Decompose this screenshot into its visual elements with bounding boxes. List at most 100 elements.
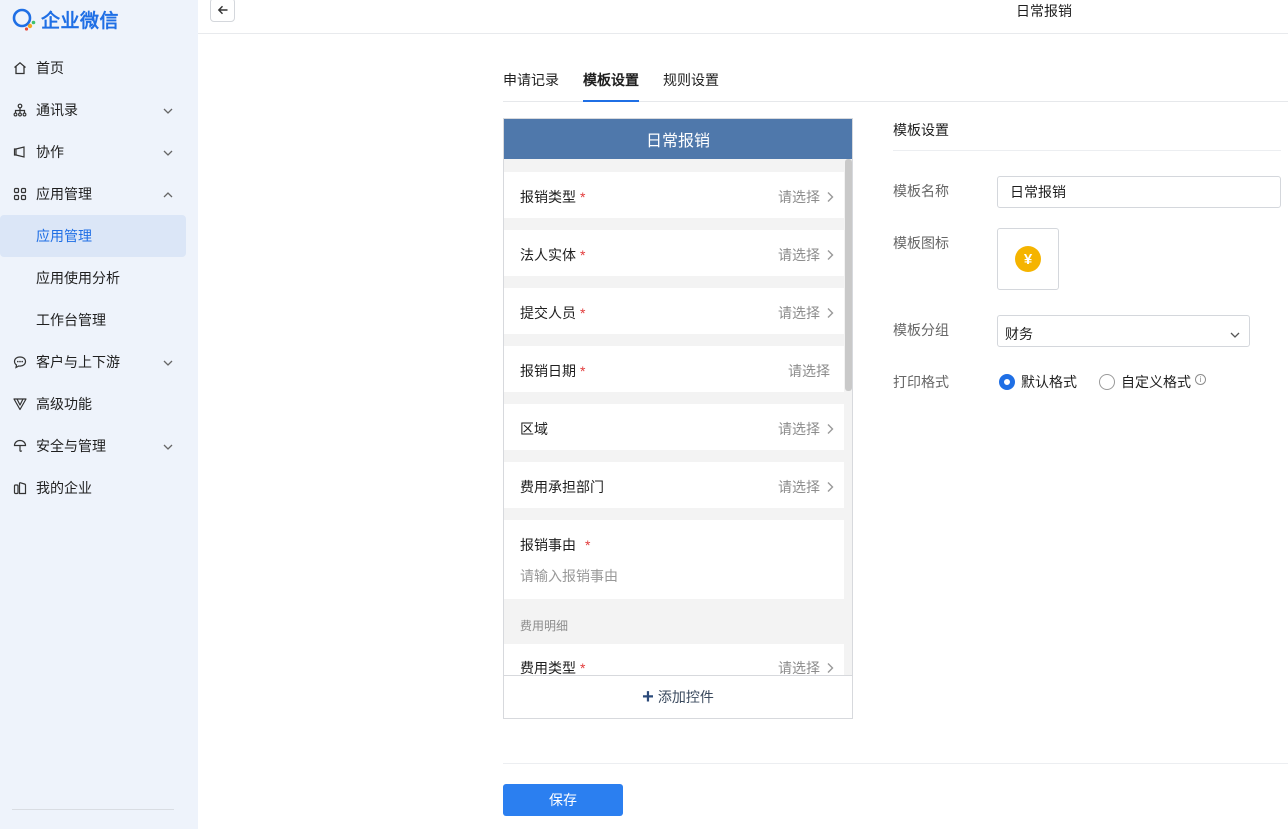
add-control-label: 添加控件 <box>657 689 714 705</box>
chevron-up-icon <box>162 188 174 200</box>
print-format-default-radio[interactable]: 默认格式 <box>999 372 1077 392</box>
sidebar-item-collaboration[interactable]: 协作 <box>0 131 198 173</box>
advanced-features-icon <box>12 396 28 412</box>
preview-field-expense-date[interactable]: 报销日期 * 请选择 <box>504 346 844 392</box>
required-mark: * <box>585 537 591 553</box>
print-format-label: 打印格式 <box>893 374 949 390</box>
field-value: 请选择 <box>778 189 820 205</box>
field-label: 法人实体 * <box>520 245 585 265</box>
field-label-text: 提交人员 <box>520 305 576 321</box>
select-value: 财务 <box>1005 326 1033 342</box>
chevron-right-icon <box>826 422 834 434</box>
template-group-select[interactable]: 财务 <box>997 315 1250 347</box>
tab-rule-settings[interactable]: 规则设置 <box>663 70 719 90</box>
preview-body: 报销类型 * 请选择 法人实体 * 请选择 提交人员 * 请选择 报销日期 * 请选择 … <box>504 159 844 675</box>
tab-bar: 申请记录 模板设置 规则设置 <box>503 58 1288 102</box>
field-placeholder: 请输入报销事由 <box>520 568 618 584</box>
sidebar-subitem-workbench-management[interactable]: 工作台管理 <box>0 299 198 341</box>
preview-header: 日常报销 <box>504 119 852 159</box>
building-icon <box>12 480 28 496</box>
radio-label: 默认格式 <box>1021 374 1077 390</box>
required-mark: * <box>580 363 586 379</box>
template-icon-picker[interactable]: ¥ <box>997 228 1059 290</box>
field-value: 请选择 <box>778 247 820 263</box>
field-label: 报销日期 * <box>520 361 585 381</box>
template-icon-label: 模板图标 <box>893 235 949 251</box>
save-button[interactable]: 保存 <box>503 784 623 816</box>
sidebar-item-app-management[interactable]: 应用管理 <box>0 173 198 215</box>
sidebar-subitem-app-management[interactable]: 应用管理 <box>0 215 186 257</box>
sidebar: 企业微信 首页 通讯录 协作 应用管理 应用管理 应用使用分析 工作台管理 客户… <box>0 0 198 829</box>
sidebar-item-label: 通讯录 <box>36 102 78 118</box>
preview-field-expense-type[interactable]: 报销类型 * 请选择 <box>504 172 844 218</box>
collaboration-icon <box>12 144 28 160</box>
chat-bubble-icon <box>12 354 28 370</box>
field-label: 提交人员 * <box>520 303 585 323</box>
chevron-right-icon <box>826 661 834 673</box>
form-preview: 日常报销 报销类型 * 请选择 法人实体 * 请选择 提交人员 * 请选择 报销日期 *… <box>503 118 853 719</box>
required-mark: * <box>580 660 586 675</box>
required-mark: * <box>580 247 586 263</box>
preview-field-expense-reason[interactable]: 报销事由 * 请输入报销事由 <box>504 520 844 599</box>
umbrella-icon <box>12 438 28 454</box>
sidebar-subitem-app-usage-analysis[interactable]: 应用使用分析 <box>0 257 198 299</box>
sidebar-item-label: 客户与上下游 <box>36 354 120 370</box>
template-name-label: 模板名称 <box>893 183 949 199</box>
sidebar-item-label: 首页 <box>36 60 64 76</box>
preview-field-submitter[interactable]: 提交人员 * 请选择 <box>504 288 844 334</box>
sidebar-item-my-company[interactable]: 我的企业 <box>0 467 198 509</box>
tab-template-settings[interactable]: 模板设置 <box>583 70 639 90</box>
print-format-custom-radio[interactable]: 自定义格式 <box>1099 372 1191 392</box>
chevron-right-icon <box>826 480 834 492</box>
preview-field-cost-type[interactable]: 费用类型 * 请选择 <box>504 644 844 675</box>
radio-dot <box>1099 374 1115 390</box>
field-label-text: 费用类型 <box>520 660 576 675</box>
preview-scrollbar[interactable] <box>845 159 852 391</box>
add-control-button[interactable]: + 添加控件 <box>504 675 852 718</box>
back-button[interactable] <box>210 0 235 22</box>
active-tab-indicator <box>583 100 639 102</box>
page-title: 日常报销 <box>1016 3 1072 19</box>
section-label-expense-details: 费用明细 <box>520 619 569 633</box>
sidebar-nav: 首页 通讯录 协作 应用管理 应用管理 应用使用分析 工作台管理 客户与上下游 … <box>0 47 198 509</box>
preview-field-legal-entity[interactable]: 法人实体 * 请选择 <box>504 230 844 276</box>
field-label: 费用类型 * <box>520 658 585 675</box>
arrow-left-icon <box>217 5 227 15</box>
sidebar-item-customers[interactable]: 客户与上下游 <box>0 341 198 383</box>
wecom-logo-icon <box>11 6 37 32</box>
apps-grid-icon <box>12 186 28 202</box>
radio-dot <box>999 374 1015 390</box>
sidebar-item-home[interactable]: 首页 <box>0 47 198 89</box>
field-label-text: 报销事由 <box>520 537 576 553</box>
field-label: 报销类型 * <box>520 187 585 207</box>
chevron-down-icon <box>162 356 174 368</box>
plus-icon: + <box>642 686 654 708</box>
field-label-text: 报销日期 <box>520 363 576 379</box>
home-icon <box>12 60 28 76</box>
sidebar-divider <box>12 809 174 810</box>
top-bar: 日常报销 <box>198 0 1288 34</box>
chevron-right-icon <box>826 248 834 260</box>
preview-field-cost-department[interactable]: 费用承担部门 请选择 <box>504 462 844 508</box>
chevron-down-icon <box>162 104 174 116</box>
settings-divider <box>893 150 1281 151</box>
settings-title: 模板设置 <box>893 122 949 138</box>
info-icon[interactable]: i <box>1195 374 1206 385</box>
template-name-input[interactable]: 日常报销 <box>997 176 1281 208</box>
sidebar-item-advanced[interactable]: 高级功能 <box>0 383 198 425</box>
required-mark: * <box>580 189 586 205</box>
logo[interactable]: 企业微信 <box>11 6 119 32</box>
chevron-down-icon <box>162 440 174 452</box>
sidebar-item-label: 应用管理 <box>36 186 92 202</box>
field-value: 请选择 <box>788 363 830 379</box>
sidebar-item-label: 我的企业 <box>36 480 92 496</box>
field-label-text: 法人实体 <box>520 247 576 263</box>
sidebar-item-label: 应用管理 <box>36 228 92 244</box>
tab-application-records[interactable]: 申请记录 <box>503 70 559 90</box>
yen-icon: ¥ <box>1015 246 1041 272</box>
preview-field-region[interactable]: 区域 请选择 <box>504 404 844 450</box>
sidebar-item-security[interactable]: 安全与管理 <box>0 425 198 467</box>
sidebar-item-label: 高级功能 <box>36 396 92 412</box>
org-chart-icon <box>12 102 28 118</box>
sidebar-item-contacts[interactable]: 通讯录 <box>0 89 198 131</box>
